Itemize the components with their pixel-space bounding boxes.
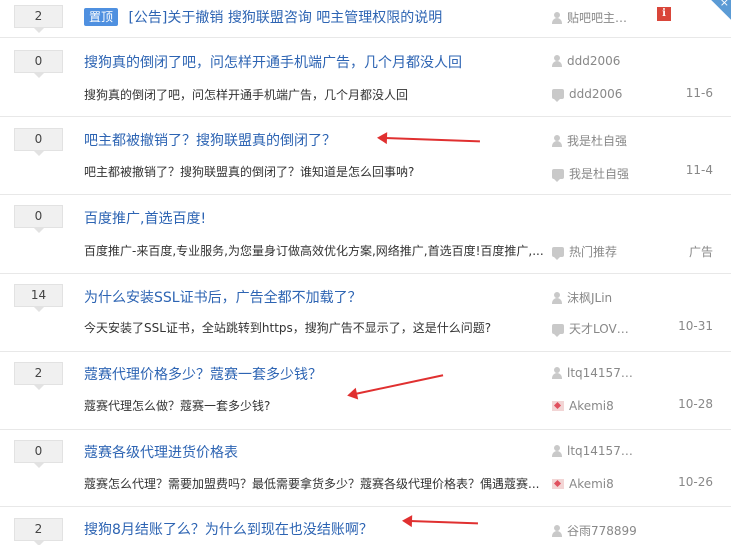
last-replier-name[interactable]: 天才LOV… [569, 320, 629, 337]
last-reply[interactable]: 我是杜自强 [552, 165, 629, 182]
thread-author[interactable]: 谷雨778899 [552, 522, 637, 539]
last-reply[interactable]: Akemi8 [552, 399, 614, 413]
author-name[interactable]: 我是杜自强 [567, 132, 627, 149]
thread-excerpt[interactable]: 百度推广-来百度,专业服务,为您量身订做高效优化方案,网络推广,首选百度!百度推… [84, 242, 544, 259]
reply-date: 11-4 [685, 163, 713, 177]
thread-row: 0 百度推广,首选百度! 百度推广-来百度,专业服务,为您量身订做高效优化方案,… [0, 195, 731, 274]
reply-date: 11-6 [685, 86, 713, 100]
close-icon[interactable]: × [720, 0, 729, 9]
thread-author[interactable]: 我是杜自强 [552, 132, 627, 149]
author-icon [552, 445, 562, 457]
author-icon [552, 134, 562, 147]
user-avatar-icon [552, 479, 564, 489]
author-name[interactable]: ltq14157… [567, 444, 633, 458]
ad-label: 广告 [688, 245, 713, 259]
thread-excerpt: 吧主都被撤销了？搜狗联盟真的倒闭了？谁知道是怎么回事呐? [84, 165, 415, 179]
reply-date: 10-26 [678, 475, 713, 489]
last-replier-name[interactable]: Akemi8 [569, 477, 614, 491]
author-icon [552, 11, 562, 24]
author-icon [552, 55, 562, 67]
thread-title-link[interactable]: 为什么安装SSL证书后，广告全都不加载了？ [84, 290, 362, 306]
reply-count: 2 [14, 362, 63, 390]
thread-author[interactable]: 贴吧吧主… [552, 9, 627, 26]
author-name[interactable]: ddd2006 [567, 54, 620, 68]
thread-title-link[interactable]: 蔻赛各级代理进货价格表 [84, 445, 238, 461]
author-name[interactable]: 沫枫JLin [567, 289, 612, 306]
alert-icon[interactable]: i [657, 7, 671, 21]
comment-bubble-icon [552, 323, 564, 337]
thread-row: 0 吧主都被撤销了？搜狗联盟真的倒闭了？ 我是杜自强 吧主都被撤销了？搜狗联盟真… [0, 117, 731, 195]
thread-row: 2 置顶 [公告]关于撤销 搜狗联盟咨询 吧主管理权限的说明 贴吧吧主… i [0, 0, 731, 38]
thread-row: 0 搜狗真的倒闭了吧，问怎样开通手机端广告，几个月都没人回 ddd2006 搜狗… [0, 38, 731, 117]
thread-author[interactable]: ddd2006 [552, 54, 620, 68]
thread-row: 2 搜狗8月结账了么？为什么到现在也没结账啊？ 谷雨778899 [0, 507, 731, 545]
last-replier-name[interactable]: Akemi8 [569, 399, 614, 413]
author-icon [552, 291, 562, 304]
last-replier-name[interactable]: ddd2006 [569, 87, 622, 101]
thread-title-link[interactable]: 蔻赛代理价格多少？蔻赛一套多少钱？ [84, 367, 322, 383]
reply-count: 0 [14, 50, 63, 78]
thread-excerpt: 搜狗真的倒闭了吧，问怎样开通手机端广告，几个月都没人回 [84, 88, 409, 102]
comment-bubble-icon [552, 89, 564, 102]
thread-excerpt: 蔻赛代理怎么做？蔻赛一套多少钱? [84, 399, 271, 413]
thread-excerpt: 蔻赛怎么代理？需要加盟费吗？最低需要拿货多少？蔻赛各级代理价格表？偶遇蔻赛... [84, 477, 540, 491]
sponsored-label: 热门推荐 [569, 245, 618, 259]
reply-count: 0 [14, 440, 63, 468]
thread-title-link[interactable]: [公告]关于撤销 搜狗联盟咨询 吧主管理权限的说明 [128, 10, 442, 26]
author-icon [552, 524, 562, 537]
last-reply[interactable]: ddd2006 [552, 87, 622, 102]
thread-row: 0 蔻赛各级代理进货价格表 ltq14157… 蔻赛怎么代理？需要加盟费吗？最低… [0, 430, 731, 507]
thread-excerpt: 今天安装了SSL证书，全站跳转到https，搜狗广告不显示了，这是什么问题? [84, 321, 492, 335]
reply-count: 14 [14, 284, 63, 312]
reply-date: 10-31 [678, 319, 713, 333]
last-reply[interactable]: 天才LOV… [552, 320, 629, 337]
thread-title-link[interactable]: 搜狗8月结账了么？为什么到现在也没结账啊？ [84, 522, 373, 538]
thread-author[interactable]: 沫枫JLin [552, 289, 612, 306]
comment-bubble-icon [552, 168, 564, 182]
pinned-badge: 置顶 [84, 8, 119, 26]
reply-count: 2 [14, 5, 63, 33]
comment-bubble-icon [552, 246, 564, 260]
reply-date: 10-28 [678, 397, 713, 411]
author-name[interactable]: 贴吧吧主… [567, 9, 627, 26]
author-name[interactable]: 谷雨778899 [567, 522, 637, 539]
thread-title-link[interactable]: 百度推广,首选百度! [84, 211, 206, 227]
thread-row: 14 为什么安装SSL证书后，广告全都不加载了？ 沫枫JLin 今天安装了SSL… [0, 274, 731, 352]
last-reply[interactable]: Akemi8 [552, 477, 614, 491]
thread-title-link[interactable]: 吧主都被撤销了？搜狗联盟真的倒闭了？ [84, 133, 336, 149]
thread-author[interactable]: ltq14157… [552, 366, 633, 380]
last-replier-name[interactable]: 我是杜自强 [569, 165, 629, 182]
thread-title-link[interactable]: 搜狗真的倒闭了吧，问怎样开通手机端广告，几个月都没人回 [84, 55, 462, 71]
thread-author[interactable]: ltq14157… [552, 444, 633, 458]
sponsored-tag: 热门推荐 [552, 243, 617, 260]
reply-count: 0 [14, 128, 63, 156]
reply-count: 0 [14, 205, 63, 233]
user-avatar-icon [552, 401, 564, 411]
reply-count: 2 [14, 518, 63, 545]
author-icon [552, 367, 562, 379]
author-name[interactable]: ltq14157… [567, 366, 633, 380]
